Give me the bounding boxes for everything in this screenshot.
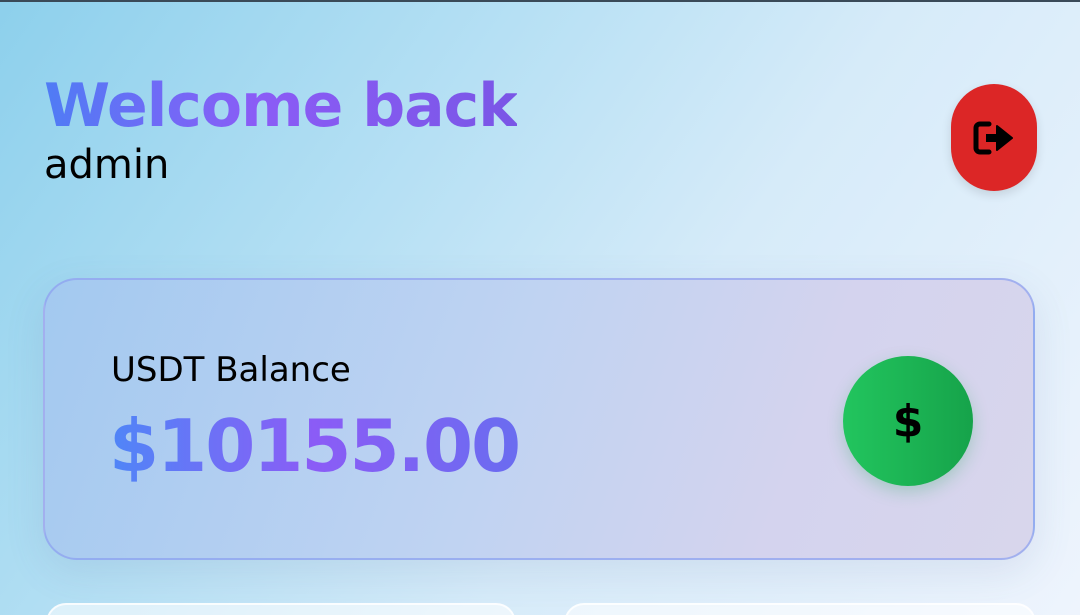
- logout-button[interactable]: [951, 84, 1037, 191]
- welcome-title: Welcome back: [44, 71, 518, 141]
- dollar-badge: $: [843, 356, 973, 486]
- next-card-left[interactable]: [46, 603, 516, 615]
- balance-card: USDT Balance $10155.00 $: [43, 278, 1035, 560]
- dollar-icon: $: [892, 395, 924, 447]
- balance-value: $10155.00: [109, 398, 521, 494]
- username-label: admin: [44, 142, 170, 188]
- welcome-header: Welcome back admin: [44, 70, 518, 188]
- logout-icon: [973, 121, 1013, 154]
- next-card-right[interactable]: [564, 603, 1036, 615]
- top-edge-line: [0, 0, 1080, 2]
- balance-label: USDT Balance: [111, 350, 351, 390]
